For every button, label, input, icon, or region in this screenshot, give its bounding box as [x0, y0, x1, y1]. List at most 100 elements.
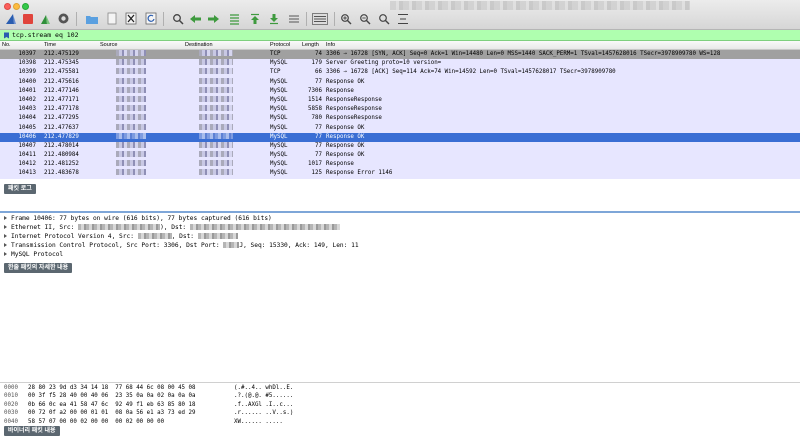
close-file-button[interactable] — [123, 11, 138, 26]
column-header-info[interactable]: Info — [326, 41, 800, 50]
normal-size-button[interactable] — [376, 11, 391, 26]
go-to-packet-button[interactable] — [227, 11, 242, 26]
go-back-button[interactable] — [188, 11, 203, 26]
byte-row[interactable]: 0000 28 80 23 9d d3 34 14 18 77 68 44 6c … — [0, 384, 800, 392]
redacted-destination-address — [199, 59, 233, 66]
byte-row[interactable]: 0010 00 3f f5 28 40 00 40 06 23 35 0a 0a … — [0, 392, 800, 400]
redacted-destination-address — [199, 169, 233, 176]
bookmark-icon[interactable] — [3, 32, 10, 39]
detail-tcp[interactable]: Transmission Control Protocol, Src Port:… — [0, 241, 800, 250]
packet-row[interactable]: 10399 212.475581 TCP 66 3306 → 16728 [ACK] S… — [0, 68, 800, 78]
redacted-mac — [189, 224, 340, 230]
packet-log-label: 패킷 로그 — [4, 184, 36, 194]
capture-options-button[interactable] — [56, 11, 71, 26]
byte-hex: 00 3f f5 28 40 00 40 06 23 35 0a 0a 02 0… — [28, 393, 196, 400]
detail-mysql[interactable]: MySQL Protocol — [0, 250, 800, 259]
redacted-source-address — [116, 141, 146, 148]
detail-ethernet[interactable]: Ethernet II, Src: ), Dst: — [0, 223, 800, 232]
resize-columns-button[interactable] — [395, 11, 410, 26]
redacted-source-address — [116, 95, 146, 102]
expand-triangle-icon[interactable] — [4, 252, 7, 256]
colorize-button[interactable] — [311, 11, 329, 26]
zoom-out-button[interactable] — [357, 11, 372, 26]
binary-packet-label: 바이너리 패킷 내용 — [4, 426, 60, 436]
arrow-right-icon — [208, 14, 219, 23]
detail-ip[interactable]: Internet Protocol Version 4, Src: , Dst: — [0, 232, 800, 241]
packet-time: 212.475616 — [44, 78, 79, 85]
packet-no: 10398 — [18, 60, 36, 67]
packet-length: 74 — [315, 51, 322, 57]
byte-hex: 0b 66 0c ea 41 58 47 6c 92 49 f1 eb 63 8… — [28, 401, 196, 408]
packet-row-selected[interactable]: 10406 212.477829 MySQL 77 Response OK — [0, 132, 800, 142]
column-header-destination[interactable]: Destination — [185, 41, 265, 50]
start-capture-button[interactable] — [3, 11, 18, 26]
redacted-source-address — [116, 169, 146, 176]
save-file-button[interactable] — [104, 11, 119, 26]
packet-protocol: MySQL — [270, 133, 288, 140]
byte-row[interactable]: 0020 0b 66 0c ea 41 58 47 6c 92 49 f1 eb … — [0, 401, 800, 409]
packet-row[interactable]: 10411 212.480984 MySQL 77 Response OK — [0, 151, 800, 161]
redacted-destination-address — [199, 151, 233, 158]
window-title-blurred — [390, 1, 690, 10]
display-filter-input[interactable] — [12, 30, 792, 41]
packet-row[interactable]: 10413 212.483678 MySQL 125 Response Error 11… — [0, 169, 800, 179]
packet-row[interactable]: 10407 212.478014 MySQL 77 Response OK — [0, 141, 800, 152]
column-header-source[interactable]: Source — [100, 41, 180, 50]
zoom-window-button[interactable] — [22, 3, 29, 10]
packet-protocol: MySQL — [270, 170, 288, 177]
packet-row[interactable]: 10400 212.475616 MySQL 77 Response OK — [0, 77, 800, 87]
redacted-destination-address — [199, 68, 233, 75]
auto-scroll-icon — [288, 15, 299, 22]
packet-time: 212.477171 — [44, 96, 79, 103]
packet-time: 212.477829 — [44, 133, 79, 140]
packet-info: Response — [326, 161, 354, 168]
packet-protocol: MySQL — [270, 142, 288, 149]
column-header-time[interactable]: Time — [44, 41, 100, 50]
column-header-length[interactable]: Length — [302, 41, 322, 50]
packet-info: Response OK — [326, 133, 365, 140]
redacted-source-address — [116, 123, 146, 130]
packet-row[interactable]: 10404 212.477295 MySQL 780 ResponseResponse — [0, 114, 800, 124]
byte-ascii: .?.(@.@. #5...... — [234, 393, 294, 400]
redacted-source-address — [116, 77, 146, 84]
last-packet-button[interactable] — [266, 11, 281, 26]
restart-capture-button[interactable] — [38, 11, 53, 26]
redacted-source-address — [116, 114, 146, 121]
packet-time: 212.475345 — [44, 60, 79, 67]
packet-row[interactable]: 10401 212.477146 MySQL 7306 Response — [0, 86, 800, 96]
detail-frame[interactable]: Frame 10406: 77 bytes on wire (616 bits)… — [0, 214, 800, 223]
packet-length: 5858 — [308, 106, 322, 113]
go-forward-button[interactable] — [206, 11, 221, 26]
packet-time: 212.483678 — [44, 170, 79, 177]
byte-ascii: (.#..4.. whDl..E. — [234, 385, 294, 391]
column-header-protocol[interactable]: Protocol — [270, 41, 302, 50]
packet-row[interactable]: 10405 212.477637 MySQL 77 Response OK — [0, 123, 800, 133]
byte-offset: 0040 — [4, 418, 18, 425]
find-packet-button[interactable] — [170, 11, 185, 26]
packet-row[interactable]: 10403 212.477178 MySQL 5858 ResponseResponse — [0, 105, 800, 115]
minimize-window-button[interactable] — [13, 3, 20, 10]
packet-protocol: TCP — [270, 51, 281, 57]
expand-triangle-icon[interactable] — [4, 216, 7, 220]
byte-row[interactable]: 0030 00 72 0f a2 00 00 01 01 08 0a 56 e1 … — [0, 409, 800, 417]
open-file-button[interactable] — [84, 11, 99, 26]
packet-row[interactable]: 10398 212.475345 MySQL 179 Server Greeting p… — [0, 59, 800, 69]
packet-length: 77 — [315, 142, 322, 149]
expand-triangle-icon[interactable] — [4, 234, 7, 238]
reload-file-button[interactable] — [143, 11, 158, 26]
packet-row[interactable]: 10402 212.477171 MySQL 1514 ResponseResponse — [0, 95, 800, 106]
first-packet-button[interactable] — [247, 11, 262, 26]
zoom-out-icon — [359, 13, 370, 24]
byte-hex: 00 72 0f a2 00 00 01 01 08 0a 56 e1 a3 7… — [28, 410, 196, 417]
stop-capture-button[interactable] — [20, 11, 35, 26]
auto-scroll-button[interactable] — [286, 11, 301, 26]
column-header-no[interactable]: No. — [2, 41, 34, 50]
byte-row[interactable]: 0040 58 57 07 00 00 02 00 00 00 02 00 00 … — [0, 418, 800, 426]
expand-triangle-icon[interactable] — [4, 243, 7, 247]
expand-triangle-icon[interactable] — [4, 225, 7, 229]
close-window-button[interactable] — [4, 3, 11, 10]
packet-rows: 10397 212.475129 TCP 74 3306 → 16728 [SYN, A… — [0, 50, 800, 179]
packet-row[interactable]: 10397 212.475129 TCP 74 3306 → 16728 [SYN, A… — [0, 50, 800, 60]
zoom-in-button[interactable] — [338, 11, 353, 26]
packet-row[interactable]: 10412 212.481252 MySQL 1017 Response — [0, 160, 800, 170]
